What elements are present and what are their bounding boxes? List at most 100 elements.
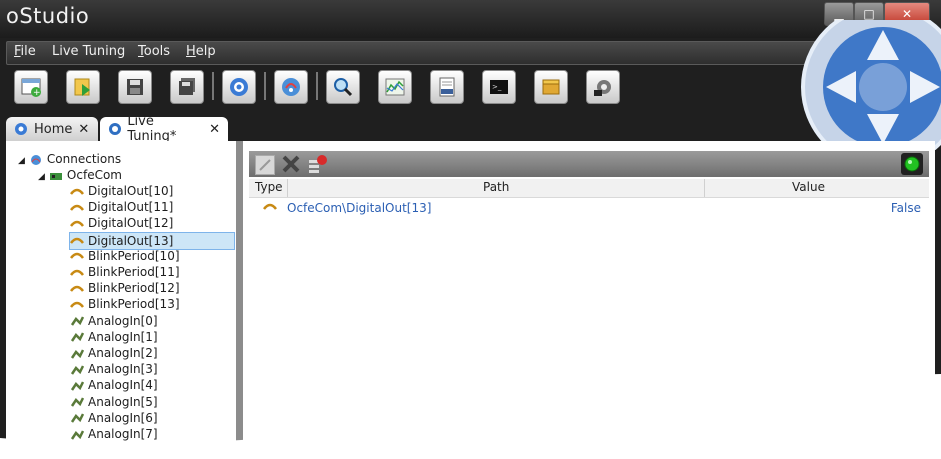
tree-item[interactable]: AnalogIn[2] <box>70 345 158 361</box>
home-gear-icon <box>15 123 27 135</box>
column-value[interactable]: Value <box>792 180 825 194</box>
save-button[interactable] <box>118 70 152 104</box>
open-button[interactable] <box>66 70 100 104</box>
app-title: oStudio <box>6 4 90 28</box>
ostudio-logo-icon <box>801 20 941 150</box>
column-type[interactable]: Type <box>255 180 283 194</box>
tree-item[interactable]: BlinkPeriod[10] <box>70 248 180 264</box>
tab-live-tuning-label: Live Tuning* <box>127 114 177 144</box>
digital-out-icon <box>70 285 84 292</box>
tree-item[interactable]: DigitalOut[10] <box>70 183 173 199</box>
digital-out-icon <box>70 220 84 227</box>
tab-live-tuning[interactable]: Live Tuning* ✕ <box>100 114 228 144</box>
menu-live-tuning[interactable]: Live Tuning <box>52 44 125 59</box>
tree-item[interactable]: BlinkPeriod[12] <box>70 280 180 296</box>
menu-help[interactable]: Help <box>186 44 216 59</box>
globe-icon <box>30 154 41 165</box>
tree-item[interactable]: AnalogIn[0] <box>70 313 158 329</box>
grid-header: Type Path Value <box>249 179 929 198</box>
edit-button[interactable] <box>255 155 275 175</box>
edit-pencil-icon <box>259 159 271 171</box>
tree-item[interactable]: BlinkPeriod[11] <box>70 264 180 280</box>
log-icon <box>439 77 455 97</box>
terminal-button[interactable]: >_ <box>482 70 516 104</box>
tab-home[interactable]: Home ✕ <box>6 117 98 141</box>
tree-node-connections[interactable]: ◢ Connections <box>18 151 121 167</box>
configure-icon <box>594 80 611 96</box>
new-project-button[interactable]: + <box>14 70 48 104</box>
delete-button[interactable] <box>281 154 301 178</box>
expand-arrow-icon: ◢ <box>18 156 25 166</box>
table-row[interactable]: OcfeCom\DigitalOut[13] False <box>249 199 929 217</box>
tab-home-label: Home <box>34 121 73 137</box>
expand-arrow-icon: ◢ <box>38 172 45 182</box>
analog-in-icon <box>70 348 84 359</box>
tree-item-label: BlinkPeriod[13] <box>88 297 180 312</box>
row-path: OcfeCom\DigitalOut[13] <box>287 201 432 215</box>
svg-text:>_: >_ <box>492 83 502 91</box>
grid-toolbar <box>249 151 929 177</box>
maximize-icon: □ <box>863 7 875 21</box>
tree-item-label: BlinkPeriod[10] <box>88 248 180 263</box>
tab-live-tuning-close-icon[interactable]: ✕ <box>209 122 220 137</box>
new-project-icon: + <box>21 78 41 98</box>
tree-item-label: DigitalOut[12] <box>88 216 174 231</box>
list-remove-icon <box>309 155 327 173</box>
remove-all-button[interactable] <box>307 154 327 178</box>
tree-node-device[interactable]: ◢ OcfeCom <box>38 167 122 183</box>
column-divider <box>287 179 288 197</box>
save-all-button[interactable] <box>170 70 204 104</box>
search-button[interactable] <box>326 70 360 104</box>
settings-button[interactable] <box>222 70 256 104</box>
terminal-icon: >_ <box>490 80 508 94</box>
analog-in-icon <box>70 316 84 326</box>
settings-gear-icon <box>230 78 248 96</box>
digital-out-icon <box>70 253 84 260</box>
live-tuning-icon <box>109 123 121 135</box>
digital-out-icon <box>70 301 84 308</box>
tree-item-label: DigitalOut[10] <box>88 184 174 198</box>
chart-icon <box>385 78 405 96</box>
tree-item[interactable]: DigitalOut[11] <box>70 199 173 215</box>
connect-button[interactable] <box>274 70 308 104</box>
analog-in-icon <box>70 332 84 342</box>
log-button[interactable] <box>430 70 464 104</box>
status-indicator <box>901 153 923 175</box>
digital-out-icon <box>263 203 277 210</box>
digital-out-icon <box>70 188 84 195</box>
open-icon <box>74 78 90 96</box>
row-value[interactable]: False <box>891 201 921 215</box>
column-path[interactable]: Path <box>483 180 509 194</box>
tree-item[interactable]: AnalogIn[1] <box>70 329 158 345</box>
search-icon <box>334 78 353 97</box>
minimize-icon: ▁ <box>834 7 844 21</box>
tree-item[interactable]: DigitalOut[12] <box>70 215 173 231</box>
close-icon: ✕ <box>901 7 913 21</box>
menu-file[interactable]: File <box>14 44 36 59</box>
toolbar-separator <box>212 72 214 100</box>
svg-text:+: + <box>33 88 41 98</box>
delete-x-icon <box>282 155 300 173</box>
menu-tools[interactable]: Tools <box>138 44 170 59</box>
tree-item-label: AnalogIn[0] <box>88 313 158 328</box>
tree-item-label: AnalogIn[2] <box>88 346 158 360</box>
connect-icon <box>282 78 300 96</box>
tree-item-label: BlinkPeriod[12] <box>88 281 180 296</box>
save-all-icon <box>179 78 195 95</box>
package-icon <box>542 79 560 95</box>
chart-button[interactable] <box>378 70 412 104</box>
tab-home-close-icon[interactable]: ✕ <box>78 122 89 137</box>
tree-item-label: AnalogIn[1] <box>88 329 158 344</box>
toolbar-separator <box>316 72 318 100</box>
digital-out-icon <box>70 269 84 276</box>
column-divider <box>704 179 705 197</box>
decorative-wave <box>0 374 941 459</box>
device-board-icon <box>49 172 62 180</box>
package-button[interactable] <box>534 70 568 104</box>
tree-item[interactable]: BlinkPeriod[13] <box>70 296 180 312</box>
configure-button[interactable] <box>586 70 620 104</box>
digital-out-icon <box>70 204 84 211</box>
tree-item-label: BlinkPeriod[11] <box>88 265 180 279</box>
status-led-icon <box>904 156 920 172</box>
digital-out-icon <box>70 237 84 244</box>
